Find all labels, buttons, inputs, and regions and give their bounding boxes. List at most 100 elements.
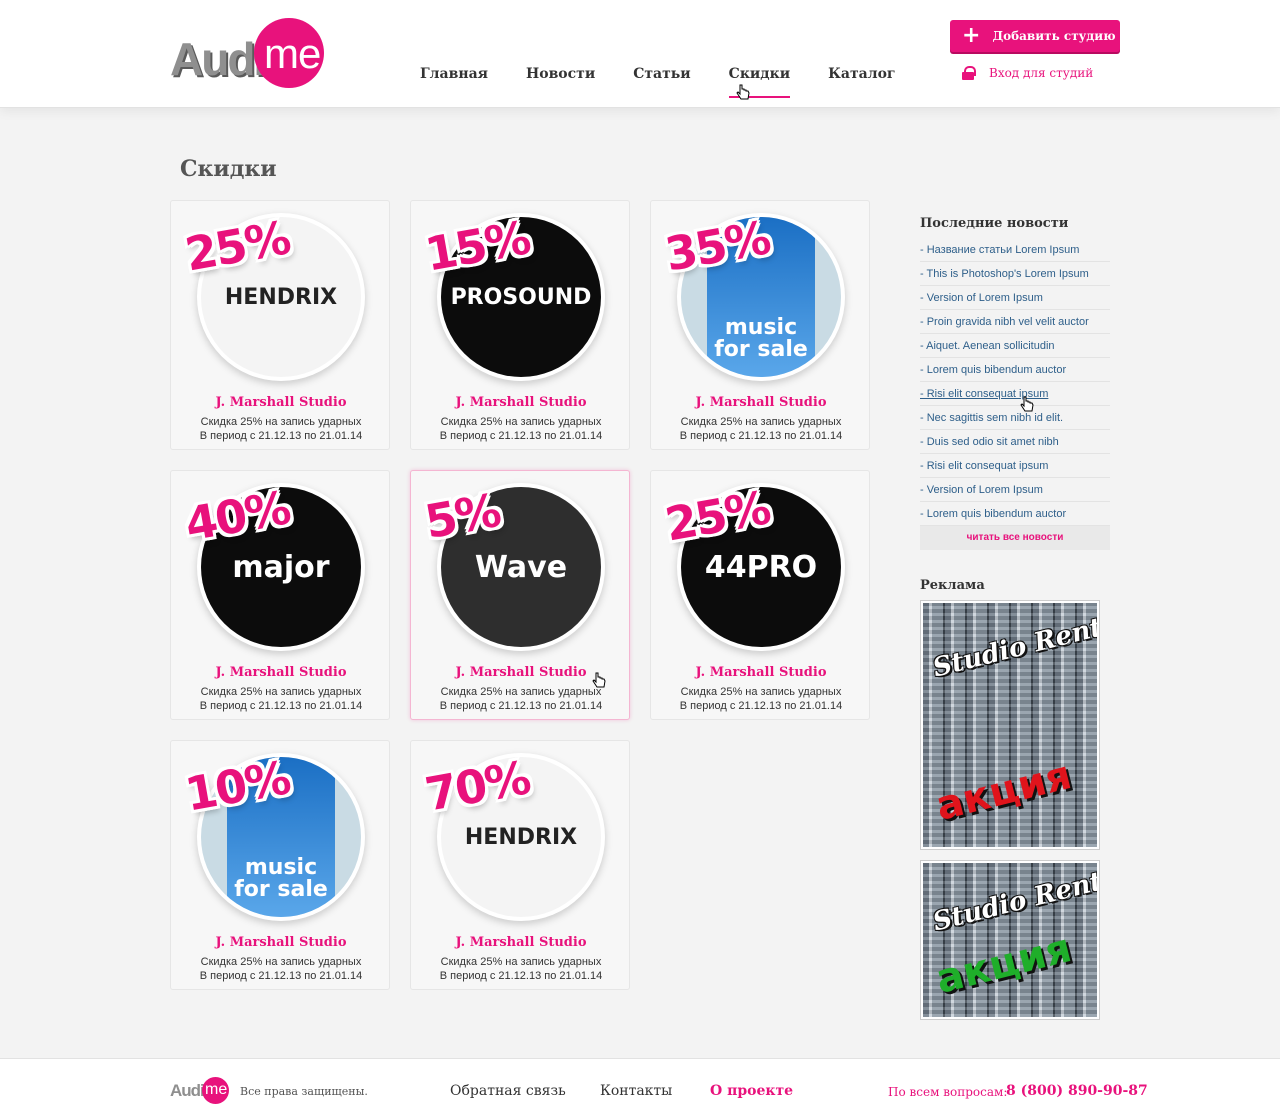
discount-description: Скидка 25% на запись ударных (200, 956, 362, 968)
read-all-news-link[interactable]: читать все новости (920, 526, 1110, 550)
discount-period: В период с 21.12.13 по 21.01.14 (439, 700, 603, 712)
site-header: Audio me Главная Новости Статьи Скидки К… (0, 0, 1280, 108)
discount-card[interactable]: HENDRIX 25% J. Marshall Studio Скидка 25… (170, 200, 390, 450)
footer-link-feedback[interactable]: Обратная связь (450, 1083, 566, 1099)
ad-script-text: Studio Rent (929, 866, 1097, 938)
news-item-text: - Aiquet. Aenean sollicitudin (920, 340, 1055, 352)
footer-link-about[interactable]: О проекте (710, 1083, 793, 1099)
news-item[interactable]: - Название статьи Lorem Ipsum (920, 238, 1110, 262)
studio-login-link[interactable]: Вход для студий (962, 66, 1093, 80)
discount-period: В период с 21.12.13 по 21.01.14 (679, 430, 843, 442)
nav-item-catalog[interactable]: Каталог (828, 66, 895, 90)
ad-banner[interactable]: Studio Rent акция (920, 600, 1100, 850)
main-nav: Главная Новости Статьи Скидки Каталог (420, 66, 933, 98)
news-item[interactable]: - Risi elit consequat ipsum (920, 382, 1110, 406)
hand-cursor-icon (592, 672, 606, 688)
discount-period: В период с 21.12.13 по 21.01.14 (199, 700, 363, 712)
studio-logo-text: music for sale (234, 855, 328, 902)
studio-name-link[interactable]: J. Marshall Studio (171, 665, 391, 680)
discount-card[interactable]: HENDRIX 70% J. Marshall Studio Скидка 25… (410, 740, 630, 990)
footer-logo-me: me (205, 1081, 228, 1098)
site-logo[interactable]: Audio me (170, 18, 340, 90)
discount-description: Скидка 25% на запись ударных (200, 416, 362, 428)
news-item-text: - Название статьи Lorem Ipsum (920, 244, 1080, 256)
studio-name-link[interactable]: J. Marshall Studio (651, 395, 871, 410)
ad-banner[interactable]: Studio Rent акция (920, 860, 1100, 1020)
ad-script-text: Studio Rent (929, 612, 1097, 684)
news-item[interactable]: - Aiquet. Aenean sollicitudin (920, 334, 1110, 358)
copyright-text: Все права защищены. (240, 1085, 368, 1098)
hand-cursor-icon (736, 84, 750, 100)
discount-period: В период с 21.12.13 по 21.01.14 (199, 430, 363, 442)
news-item[interactable]: - Lorem quis bibendum auctor (920, 358, 1110, 382)
discount-card[interactable]: major 40% J. Marshall Studio Скидка 25% … (170, 470, 390, 720)
studio-logo-text: HENDRIX (464, 824, 578, 850)
plus-icon: + (962, 23, 981, 48)
discount-description: Скидка 25% на запись ударных (680, 416, 842, 428)
studio-login-label: Вход для студий (989, 66, 1094, 80)
discount-period: В период с 21.12.13 по 21.01.14 (439, 970, 603, 982)
news-item-text: - Risi elit consequat ipsum (920, 460, 1049, 472)
news-item-text: - Nec sagittis sem nibh id elit. (920, 412, 1064, 424)
discount-description: Скидка 25% на запись ударных (680, 686, 842, 698)
news-title: Последние новости (920, 216, 1069, 231)
nav-item-home[interactable]: Главная (420, 66, 488, 90)
lock-icon (962, 66, 976, 80)
ads-title: Реклама (920, 578, 985, 593)
discount-card[interactable]: music for sale 35% J. Marshall Studio Ск… (650, 200, 870, 450)
discount-description: Скидка 25% на запись ударных (200, 686, 362, 698)
ad-promo-text: акция (931, 752, 1077, 830)
news-item[interactable]: - Risi elit consequat ipsum (920, 454, 1110, 478)
news-item[interactable]: - Nec sagittis sem nibh id elit. (920, 406, 1110, 430)
studio-logo-text: PROSOUND (450, 284, 592, 310)
site-footer: Audio me Все права защищены. Обратная св… (0, 1058, 1280, 1120)
ad-image: Studio Rent акция (923, 603, 1097, 847)
footer-link-contacts[interactable]: Контакты (600, 1083, 672, 1099)
news-item-text: - This is Photoshop's Lorem Ipsum (920, 268, 1089, 280)
studio-logo-text: HENDRIX (224, 284, 338, 310)
discount-description: Скидка 25% на запись ударных (440, 956, 602, 968)
footer-logo[interactable]: Audio me (170, 1077, 232, 1105)
studio-name-link[interactable]: J. Marshall Studio (411, 935, 631, 950)
news-list: - Название статьи Lorem Ipsum - This is P… (920, 238, 1110, 526)
news-item[interactable]: - Lorem quis bibendum auctor (920, 502, 1110, 526)
news-item-text: - Lorem quis bibendum auctor (920, 508, 1067, 520)
news-item[interactable]: - Version of Lorem Ipsum (920, 286, 1110, 310)
news-item-text: - Version of Lorem Ipsum (920, 484, 1043, 496)
studio-name-link[interactable]: J. Marshall Studio (651, 665, 871, 680)
discount-card[interactable]: PROSOUND 15% J. Marshall Studio Скидка 2… (410, 200, 630, 450)
news-item[interactable]: - Proin gravida nibh vel velit auctor (920, 310, 1110, 334)
hand-cursor-icon (1020, 396, 1034, 412)
add-studio-label: Добавить студию (992, 29, 1116, 43)
nav-item-articles[interactable]: Статьи (633, 66, 690, 90)
nav-item-news[interactable]: Новости (526, 66, 595, 90)
news-item-text: - Lorem quis bibendum auctor (920, 364, 1067, 376)
news-item-text: - Version of Lorem Ipsum (920, 292, 1043, 304)
discount-card[interactable]: 44PRO 25% J. Marshall Studio Скидка 25% … (650, 470, 870, 720)
studio-logo-text: 44PRO (704, 549, 818, 585)
logo-me: me (264, 30, 321, 77)
news-item[interactable]: - This is Photoshop's Lorem Ipsum (920, 262, 1110, 286)
phone-number[interactable]: 8 (800) 890-90-87 (1006, 1083, 1148, 1099)
discount-period: В период с 21.12.13 по 21.01.14 (679, 700, 843, 712)
discount-card[interactable]: music for sale 10% J. Marshall Studio Ск… (170, 740, 390, 990)
ad-promo-text: акция (931, 925, 1077, 1003)
discount-period: В период с 21.12.13 по 21.01.14 (199, 970, 363, 982)
sidebar: Последние новости - Название статьи Lore… (920, 216, 1110, 550)
ad-image: Studio Rent акция (923, 863, 1097, 1017)
phone-label: По всем вопросам: (888, 1085, 1008, 1099)
studio-logo-text: major (232, 549, 330, 585)
page-title: Скидки (180, 156, 277, 182)
add-studio-button[interactable]: + Добавить студию (950, 20, 1120, 52)
studio-logo-text: Wave (474, 549, 568, 585)
studio-name-link[interactable]: J. Marshall Studio (171, 935, 391, 950)
studio-name-link[interactable]: J. Marshall Studio (411, 395, 631, 410)
news-item-text: - Duis sed odio sit amet nibh (920, 436, 1059, 448)
news-item-text: - Proin gravida nibh vel velit auctor (920, 316, 1089, 328)
studio-logo-text: music for sale (714, 315, 808, 362)
studio-name-link[interactable]: J. Marshall Studio (171, 395, 391, 410)
news-item[interactable]: - Version of Lorem Ipsum (920, 478, 1110, 502)
discount-description: Скидка 25% на запись ударных (440, 416, 602, 428)
news-item[interactable]: - Duis sed odio sit amet nibh (920, 430, 1110, 454)
discount-period: В период с 21.12.13 по 21.01.14 (439, 430, 603, 442)
